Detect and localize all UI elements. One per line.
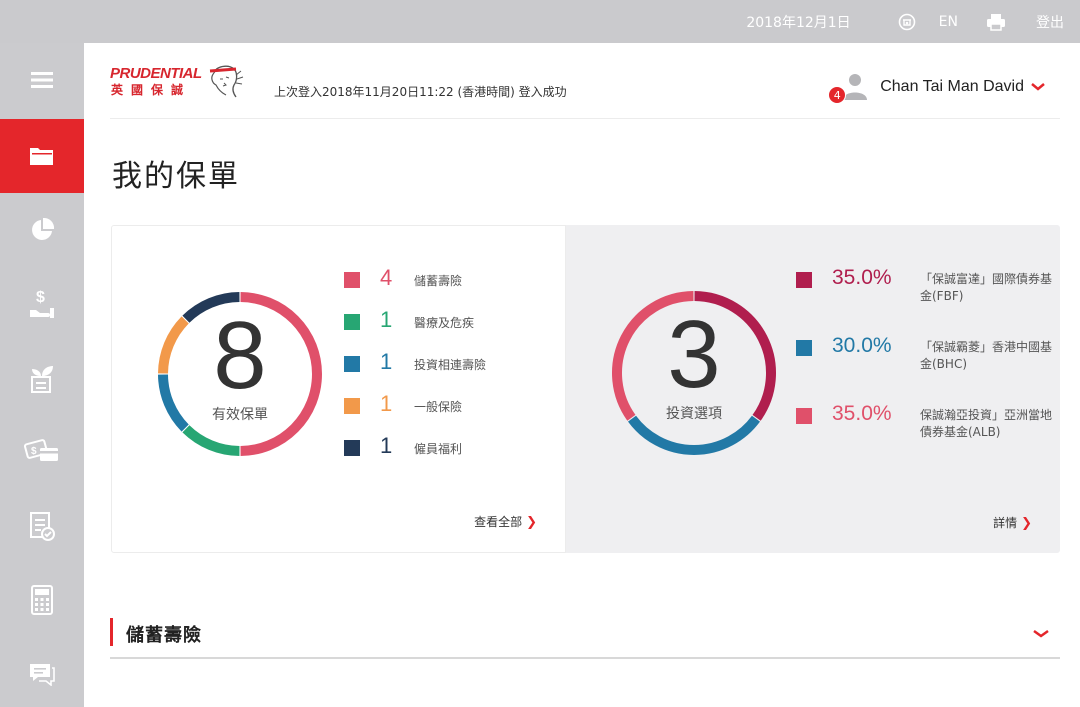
fund-name: 「保誠富達」國際債券基金(FBF) — [920, 272, 1053, 303]
legend-row-general[interactable]: 1 一般保險 — [344, 391, 544, 436]
legend-swatch — [344, 398, 360, 414]
fund-row-alb[interactable]: 35.0% 保誠瀚亞投資」亞洲當地債券基金(ALB) — [796, 402, 1056, 471]
fund-percent: 35.0% — [832, 402, 892, 425]
prudence-head-icon — [209, 65, 244, 98]
chat-icon — [30, 664, 55, 686]
view-all-label: 查看全部 — [474, 515, 523, 529]
sidebar-item-growth[interactable] — [0, 341, 84, 415]
svg-text:$: $ — [36, 289, 45, 306]
savings-accordion[interactable]: 儲蓄壽險 — [110, 615, 1060, 659]
hotline-icon[interactable] — [895, 12, 919, 32]
sidebar-item-policies[interactable] — [0, 119, 84, 193]
policies-legend: 4 儲蓄壽險 1 醫療及危疾 1 投資相連壽險 1 一般保險 1 僱員福利 — [344, 265, 544, 478]
legend-label: 僱員福利 — [414, 442, 463, 456]
sidebar-item-messages[interactable] — [0, 637, 84, 707]
legend-row-investment-linked[interactable]: 1 投資相連壽險 — [344, 349, 544, 394]
logo-brand: PRUDENTIAL — [110, 65, 202, 82]
fund-swatch — [796, 272, 812, 288]
legend-count: 1 — [380, 391, 393, 416]
fund-percent: 35.0% — [832, 266, 892, 289]
fund-segment-1 — [628, 415, 760, 455]
investments-card: 3 投資選項 35.0% 「保誠富達」國際債券基金(FBF) 30.0% 「保誠… — [566, 225, 1060, 553]
menu-icon — [31, 72, 53, 88]
sidebar-menu-button[interactable] — [0, 43, 84, 117]
pie-chart-icon — [32, 217, 55, 240]
chevron-down-icon[interactable] — [1032, 629, 1050, 639]
policies-card: 8 有效保單 4 儲蓄壽險 1 醫療及危疾 1 投資相連壽險 1 一般保險 1 … — [111, 225, 566, 553]
folder-icon — [30, 148, 53, 165]
fund-row-bhc[interactable]: 30.0% 「保誠霸菱」香港中國基金(BHC) — [796, 334, 1056, 403]
dollar-hand-icon: $ — [30, 289, 54, 318]
prudential-logo[interactable]: PRUDENTIAL 英國保誠 — [110, 63, 250, 103]
policies-total: 8 — [213, 302, 267, 409]
legend-row-savings[interactable]: 4 儲蓄壽險 — [344, 265, 544, 310]
legend-swatch — [344, 272, 360, 288]
details-link[interactable]: 詳情 ❯ — [993, 514, 1032, 531]
legend-row-employee-benefits[interactable]: 1 僱員福利 — [344, 433, 544, 478]
last-login-text: 上次登入2018年11月20日11:22 (香港時間) 登入成功 — [274, 85, 567, 99]
current-date: 2018年12月1日 — [746, 14, 851, 31]
investments-total: 3 — [667, 301, 721, 408]
legend-label: 一般保險 — [414, 400, 463, 414]
legend-label: 投資相連壽險 — [414, 358, 487, 372]
plant-document-icon — [31, 366, 53, 393]
page-title: 我的保單 — [112, 159, 240, 194]
view-all-link[interactable]: 查看全部 ❯ — [474, 513, 537, 530]
legend-count: 1 — [380, 307, 393, 332]
fund-name: 「保誠霸菱」香港中國基金(BHC) — [920, 340, 1053, 371]
legend-count: 1 — [380, 433, 393, 458]
sidebar-item-investments[interactable] — [0, 193, 84, 267]
investments-donut: 3 投資選項 — [606, 285, 782, 461]
chevron-right-icon: ❯ — [1021, 516, 1032, 531]
fund-swatch — [796, 340, 812, 356]
legend-swatch — [344, 440, 360, 456]
legend-row-medical[interactable]: 1 醫療及危疾 — [344, 307, 544, 352]
cash-card-icon: $ — [24, 439, 58, 461]
header: PRUDENTIAL 英國保誠 上次登入2018年11月20日11:22 (香港… — [110, 63, 1060, 119]
legend-swatch — [344, 356, 360, 372]
sidebar-item-claims[interactable]: $ — [0, 415, 84, 489]
details-label: 詳情 — [993, 516, 1018, 530]
investments-total-label: 投資選項 — [666, 406, 722, 422]
top-bar: 2018年12月1日 EN 登出 — [0, 0, 1080, 43]
policy-segment-1 — [182, 425, 240, 456]
sidebar-item-payments[interactable]: $ — [0, 267, 84, 341]
fund-row-fbf[interactable]: 35.0% 「保誠富達」國際債券基金(FBF) — [796, 266, 1056, 335]
legend-count: 1 — [380, 349, 393, 374]
avatar[interactable]: 4 — [828, 72, 868, 104]
sidebar-item-forms[interactable] — [0, 489, 84, 563]
chevron-down-icon[interactable] — [1030, 82, 1046, 92]
legend-count: 4 — [380, 265, 393, 290]
checklist-icon — [30, 512, 55, 541]
fund-percent: 30.0% — [832, 334, 892, 357]
accordion-title: 儲蓄壽險 — [126, 625, 202, 646]
fund-name: 保誠瀚亞投資」亞洲當地債券基金(ALB) — [920, 408, 1053, 439]
language-toggle[interactable]: EN — [939, 14, 958, 30]
policies-donut: 8 有效保單 — [152, 286, 328, 462]
user-menu[interactable]: 4 Chan Tai Man David — [828, 69, 1046, 105]
main-panel: PRUDENTIAL 英國保誠 上次登入2018年11月20日11:22 (香港… — [84, 43, 1080, 707]
fund-list: 35.0% 「保誠富達」國際債券基金(FBF) 30.0% 「保誠霸菱」香港中國… — [796, 266, 1056, 471]
printer-icon[interactable] — [984, 12, 1008, 32]
accordion-accent-bar — [110, 618, 113, 646]
user-name[interactable]: Chan Tai Man David — [880, 78, 1024, 96]
chevron-right-icon: ❯ — [526, 515, 537, 530]
legend-swatch — [344, 314, 360, 330]
logo-sub: 英國保誠 — [111, 83, 192, 97]
legend-label: 儲蓄壽險 — [414, 274, 463, 288]
svg-text:$: $ — [31, 446, 37, 457]
logout-link[interactable]: 登出 — [1036, 12, 1064, 32]
legend-label: 醫療及危疾 — [414, 316, 475, 330]
calculator-icon — [31, 585, 53, 615]
policies-total-label: 有效保單 — [212, 407, 268, 423]
fund-swatch — [796, 408, 812, 424]
sidebar: $ $ — [0, 43, 84, 707]
sidebar-item-calculator[interactable] — [0, 563, 84, 637]
